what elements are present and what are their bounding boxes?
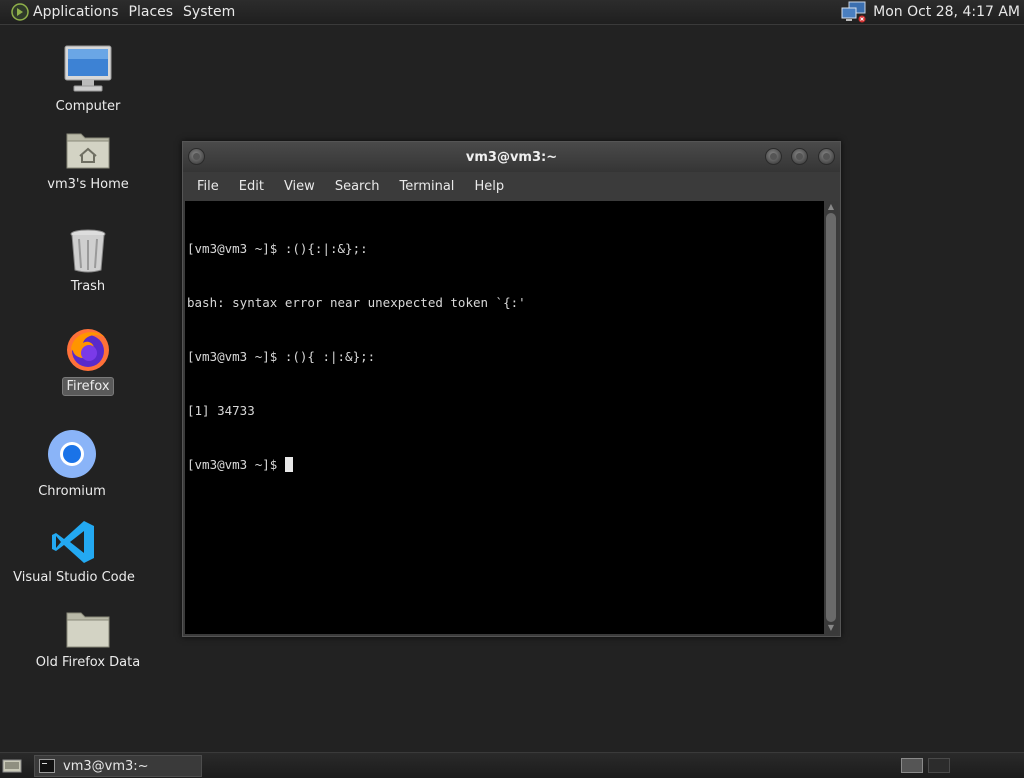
firefox-icon: [67, 329, 109, 371]
bottom-panel: vm3@vm3:~: [0, 752, 1024, 778]
terminal-line: bash: syntax error near unexpected token…: [187, 295, 526, 310]
computer-icon: [64, 45, 112, 92]
window-titlebar[interactable]: vm3@vm3:~: [183, 142, 840, 172]
system-menu[interactable]: System: [178, 0, 240, 25]
workspace-switcher-2[interactable]: [928, 758, 950, 773]
terminal-line: [vm3@vm3 ~]$ :(){ :|:&};:: [187, 349, 376, 364]
taskbar-terminal-button[interactable]: vm3@vm3:~: [34, 755, 202, 777]
maximize-button[interactable]: [791, 148, 808, 165]
desktop-icon-label: Chromium: [38, 484, 106, 499]
window-menu-button[interactable]: [188, 148, 205, 165]
desktop-icon-chromium[interactable]: Chromium: [0, 429, 147, 500]
menu-terminal[interactable]: Terminal: [389, 179, 464, 194]
show-desktop-icon[interactable]: [2, 758, 22, 774]
trash-icon: [70, 229, 106, 273]
menu-view[interactable]: View: [274, 179, 325, 194]
terminal-line: [vm3@vm3 ~]$ :(){:|:&};:: [187, 241, 368, 256]
menu-help[interactable]: Help: [464, 179, 514, 194]
apps-icon: [11, 3, 29, 21]
desktop-icon-computer[interactable]: Computer: [13, 44, 163, 115]
desktop-icon-trash[interactable]: Trash: [13, 228, 163, 295]
home-folder-icon: [66, 133, 110, 169]
vscode-icon: [52, 521, 94, 563]
scroll-thumb[interactable]: [826, 213, 836, 622]
desktop-icon-firefox[interactable]: Firefox: [13, 325, 163, 396]
network-icon[interactable]: [841, 1, 867, 23]
menu-file[interactable]: File: [187, 179, 229, 194]
places-menu[interactable]: Places: [124, 0, 179, 25]
desktop-icon-label: Computer: [55, 99, 121, 114]
terminal-window[interactable]: vm3@vm3:~ File Edit View Search Terminal…: [182, 141, 841, 637]
top-panel: Applications Places System Mon Oct 28, 4…: [0, 0, 1024, 25]
terminal-output[interactable]: [vm3@vm3 ~]$ :(){:|:&};: bash: syntax er…: [185, 201, 838, 634]
terminal-scrollbar[interactable]: ▲ ▼: [824, 201, 838, 634]
text-cursor: [284, 457, 293, 472]
desktop-icon-home[interactable]: vm3's Home: [13, 128, 163, 193]
menu-search[interactable]: Search: [325, 179, 390, 194]
taskbar-label: vm3@vm3:~: [63, 758, 149, 774]
folder-icon: [66, 612, 110, 648]
desktop-icon-label: vm3's Home: [47, 177, 129, 192]
desktop-icon-label: Visual Studio Code: [13, 570, 135, 585]
terminal-line: [1] 34733: [187, 403, 255, 418]
desktop-icon-old-firefox-data[interactable]: Old Firefox Data: [13, 608, 163, 671]
applications-label: Applications: [33, 4, 119, 20]
scroll-up-arrow-icon[interactable]: ▲: [824, 201, 838, 213]
terminal-icon: [39, 759, 55, 773]
menu-edit[interactable]: Edit: [229, 179, 274, 194]
desktop-icon-label: Old Firefox Data: [35, 655, 141, 670]
chromium-icon: [48, 430, 96, 478]
desktop-icon-label: Trash: [70, 279, 106, 294]
workspace-switcher-1[interactable]: [901, 758, 923, 773]
terminal-prompt: [vm3@vm3 ~]$: [187, 457, 285, 472]
scroll-down-arrow-icon[interactable]: ▼: [824, 622, 838, 634]
desktop-icon-label: Firefox: [62, 377, 114, 396]
places-label: Places: [128, 4, 174, 20]
minimize-button[interactable]: [765, 148, 782, 165]
applications-menu[interactable]: Applications: [0, 0, 124, 25]
desktop-icon-vscode[interactable]: Visual Studio Code: [0, 519, 149, 586]
clock[interactable]: Mon Oct 28, 4:17 AM: [873, 4, 1020, 20]
close-button[interactable]: [818, 148, 835, 165]
system-label: System: [183, 4, 236, 20]
terminal-prompt-line: [vm3@vm3 ~]$: [187, 456, 822, 474]
window-title: vm3@vm3:~: [465, 149, 558, 165]
terminal-menubar: File Edit View Search Terminal Help: [183, 172, 840, 200]
